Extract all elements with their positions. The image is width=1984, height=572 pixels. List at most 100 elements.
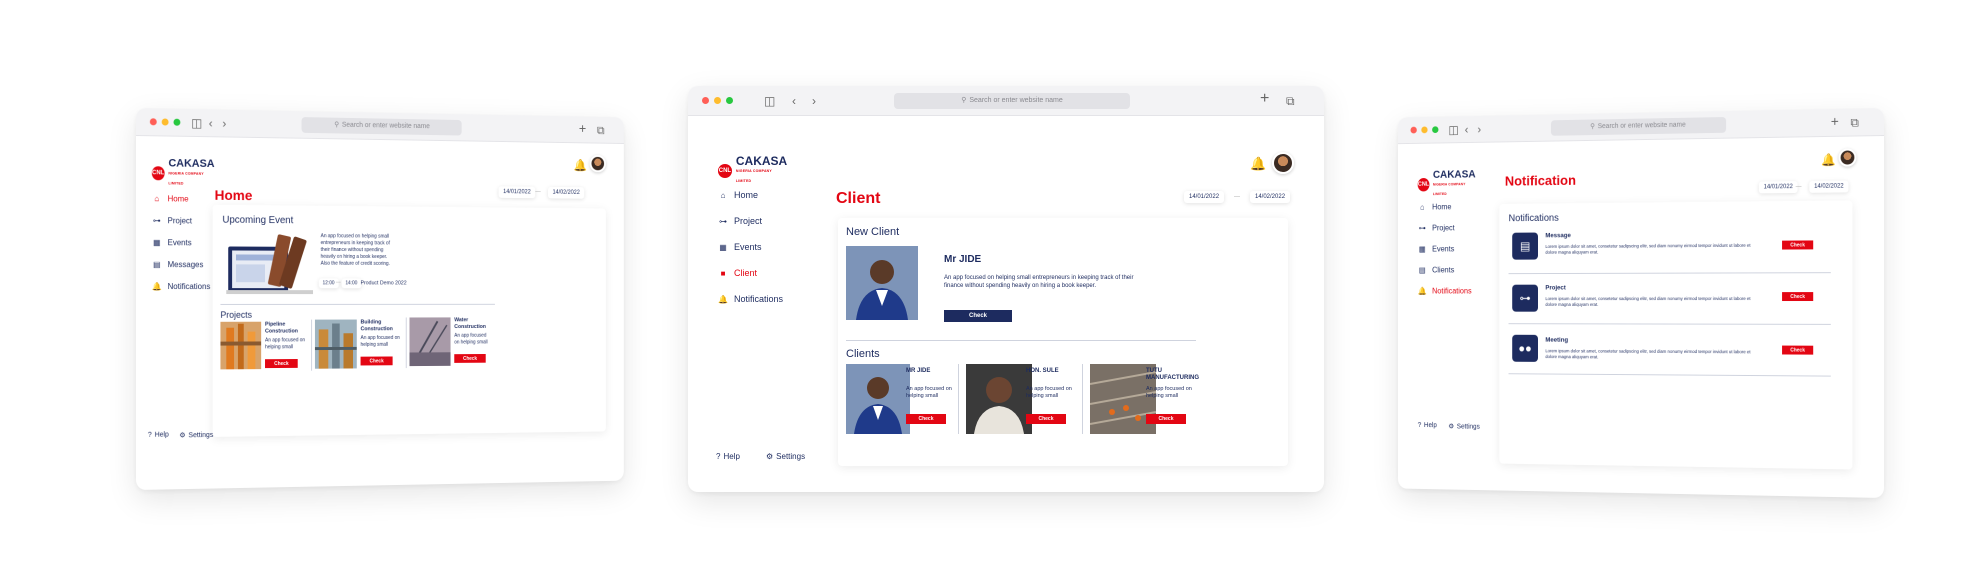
sidebar-item-client[interactable]: ■ Client [718, 268, 757, 278]
start-date-picker[interactable]: 14/01/2022 [498, 186, 536, 199]
check-button[interactable]: Check [1782, 240, 1814, 250]
sidebar-item-label: Home [167, 194, 189, 204]
avatar[interactable] [1838, 148, 1857, 167]
help-link[interactable]: ? Help [148, 432, 169, 439]
back-icon[interactable]: ‹ [1465, 123, 1469, 136]
minimize-dot[interactable] [1421, 126, 1428, 134]
column-divider [1082, 364, 1083, 434]
sidebar-item-home[interactable]: ⌂ Home [718, 190, 758, 200]
check-button[interactable]: Check [360, 356, 393, 366]
maximize-dot[interactable] [1432, 126, 1439, 134]
forward-icon[interactable]: › [812, 94, 816, 108]
sidebar-item-project[interactable]: ⊶ Project [152, 216, 192, 225]
check-button[interactable]: Check [1782, 345, 1814, 355]
maximize-dot[interactable] [173, 118, 181, 126]
brand-logo[interactable]: CNL CAKASA NIGERIA COMPANY LIMITED [1417, 169, 1477, 199]
check-button[interactable]: Check [906, 414, 946, 424]
address-bar[interactable]: ⚲ Search or enter website name [894, 93, 1130, 109]
sidebar-item-home[interactable]: ⌂ Home [152, 194, 189, 204]
client-description: An app focused on helping small [1146, 386, 1192, 399]
start-date-picker[interactable]: 14/01/2022 [1184, 191, 1225, 203]
client-description: An app focused on helping small [906, 386, 952, 399]
sidebar-item-label: Events [167, 238, 192, 248]
tabs-overview-icon[interactable]: ⧉ [1286, 94, 1295, 109]
check-button[interactable]: Check [944, 310, 1012, 322]
sidebar-item-notifications[interactable]: 🔔 Notifications [1418, 287, 1472, 296]
new-tab-icon[interactable]: + [579, 120, 586, 135]
sidebar-item-project[interactable]: ⊶ Project [1418, 224, 1455, 233]
help-link[interactable]: ? Help [1418, 422, 1437, 429]
sidebar: CNL CAKASA NIGERIA COMPANY LIMITED ⌂ Home … [1398, 143, 1480, 490]
bell-icon[interactable]: 🔔 [1250, 156, 1266, 172]
bell-icon[interactable]: 🔔 [1821, 153, 1836, 167]
new-tab-icon[interactable]: + [1831, 113, 1839, 129]
sidebar-item-notifications[interactable]: 🔔 Notifications [718, 294, 783, 304]
bell-icon[interactable]: 🔔 [573, 158, 587, 172]
address-bar[interactable]: ⚲ Search or enter website name [301, 117, 462, 136]
maximize-dot[interactable] [726, 97, 733, 104]
minimize-dot[interactable] [714, 97, 721, 104]
home-icon: ⌂ [720, 190, 726, 200]
sidebar-item-events[interactable]: ▦ Events [152, 238, 192, 247]
browser-toolbar: ◫ ‹ › ⚲ Search or enter website name + ⧉ [1397, 108, 1884, 145]
forward-icon[interactable]: › [1477, 123, 1481, 136]
sidebar-item-clients[interactable]: ▤ Clients [1418, 266, 1454, 275]
logo-mark: CNL [1417, 177, 1430, 192]
help-link[interactable]: ? Help [716, 452, 740, 461]
address-bar[interactable]: ⚲ Search or enter website name [1550, 116, 1727, 136]
search-icon: ⚲ [961, 97, 967, 104]
address-placeholder: Search or enter website name [341, 121, 430, 131]
end-date-picker[interactable]: 14/02/2022 [548, 186, 585, 199]
sidebar-toggle-icon[interactable]: ◫ [1448, 123, 1458, 137]
gear-icon: ⚙ [179, 432, 186, 440]
back-icon[interactable]: ‹ [792, 94, 796, 108]
avatar[interactable] [1272, 152, 1294, 174]
check-button[interactable]: Check [1782, 292, 1814, 302]
new-tab-icon[interactable]: + [1260, 90, 1269, 108]
sidebar-item-label: Client [734, 268, 758, 278]
chat-icon: ▤ [153, 260, 161, 270]
sidebar-item-messages[interactable]: ▤ Messages [152, 260, 203, 270]
notification-text: Lorem ipsum dolor sit amet, consetetur s… [1545, 348, 1751, 360]
brand-tagline: NIGERIA COMPANY LIMITED [735, 169, 772, 183]
forward-icon[interactable]: › [222, 117, 226, 131]
project-thumbnail [409, 317, 451, 367]
browser-toolbar: ◫ ‹ › ⚲ Search or enter website name + ⧉ [136, 108, 624, 144]
client-name: MR JIDE [906, 368, 931, 374]
sidebar-toggle-icon[interactable]: ◫ [764, 94, 775, 108]
end-date-picker[interactable]: 14/02/2022 [1250, 191, 1291, 203]
close-dot[interactable] [149, 118, 157, 126]
help-icon: ? [1417, 422, 1422, 429]
check-button[interactable]: Check [265, 359, 298, 369]
sidebar-item-notifications[interactable]: 🔔 Notifications [152, 282, 210, 291]
calendar-icon: ▦ [1418, 244, 1426, 254]
close-dot[interactable] [702, 97, 709, 104]
project-thumbnail [220, 321, 262, 370]
brand-logo[interactable]: CNL CAKASA NIGERIA COMPANY LIMITED [151, 157, 216, 189]
sidebar-item-home[interactable]: ⌂ Home [1418, 203, 1451, 212]
sidebar-item-project[interactable]: ⊶ Project [718, 216, 762, 226]
back-icon[interactable]: ‹ [209, 116, 213, 130]
sidebar-toggle-icon[interactable]: ◫ [191, 116, 202, 130]
start-date-picker[interactable]: 14/01/2022 [1758, 181, 1798, 194]
sidebar-item-events[interactable]: ▦ Events [718, 242, 761, 252]
settings-link[interactable]: ⚙ Settings [179, 431, 213, 439]
search-icon: ⚲ [334, 121, 340, 129]
time-separator: — [335, 279, 341, 286]
check-button[interactable]: Check [454, 353, 486, 363]
settings-link[interactable]: ⚙ Settings [1448, 423, 1479, 431]
briefcase-icon: ■ [720, 268, 726, 278]
close-dot[interactable] [1410, 126, 1417, 134]
check-button[interactable]: Check [1146, 414, 1186, 424]
event-description: An app focused on helping small entrepre… [320, 233, 390, 267]
brand-logo[interactable]: CNL CAKASA NIGERIA COMPANY LIMITED [718, 155, 788, 186]
avatar[interactable] [589, 154, 606, 173]
end-date-picker[interactable]: 14/02/2022 [1809, 180, 1849, 193]
minimize-dot[interactable] [161, 118, 169, 126]
settings-link[interactable]: ⚙ Settings [766, 452, 805, 461]
sidebar-item-events[interactable]: ▦ Events [1418, 244, 1454, 254]
tabs-overview-icon[interactable]: ⧉ [1850, 115, 1858, 130]
check-button[interactable]: Check [1026, 414, 1066, 424]
new-client-title: New Client [846, 226, 900, 238]
tabs-overview-icon[interactable]: ⧉ [597, 124, 605, 138]
